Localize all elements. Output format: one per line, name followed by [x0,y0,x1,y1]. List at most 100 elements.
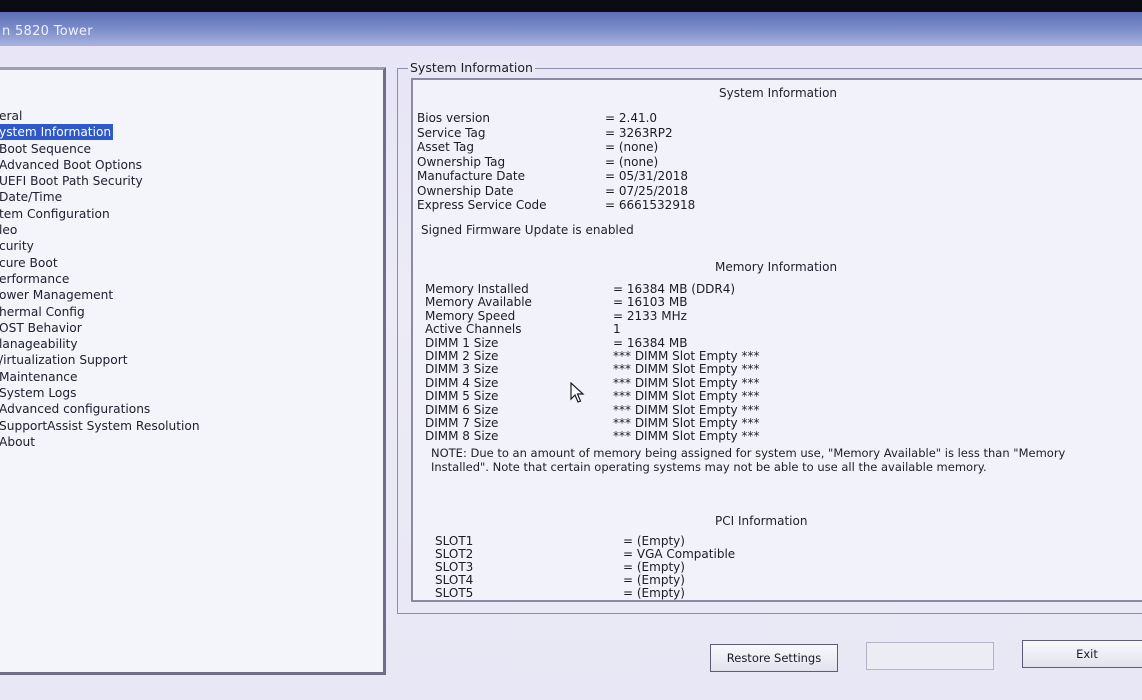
memory-info-value: = 2133 MHz [613,308,687,323]
nav-item[interactable]: ystem Information [0,124,202,141]
nav-item[interactable]: System Logs [0,385,202,401]
pci-info-key: SLOT2 [435,547,474,561]
nav-item-label: Advanced Boot Options [0,157,143,172]
pci-info-value: = (Empty) [623,586,685,600]
nav-item[interactable]: Date/Time [0,189,202,205]
memory-info-row: DIMM 6 Size *** DIMM Slot Empty *** [425,403,1025,417]
pci-info-row: SLOT2 = VGA Compatible [435,547,1035,561]
pci-info-key: SLOT4 [435,573,474,587]
info-panel[interactable]: System Information Bios version = 2.41.0 S… [411,78,1142,602]
nav-item[interactable]: eral [0,108,202,124]
nav-item-label: eral [0,109,23,123]
system-info-key: Asset Tag [417,140,474,154]
pci-info-value: = (Empty) [623,573,685,587]
nav-item[interactable]: lanageability [0,336,202,352]
pci-info-value: = VGA Compatible [623,547,736,561]
exit-button[interactable]: Exit [1022,640,1142,668]
memory-info-value: *** DIMM Slot Empty *** [613,416,760,430]
system-info-value: = (none) [605,140,659,154]
nav-item[interactable]: Maintenance [0,369,202,385]
nav-item-label: System Logs [0,386,77,401]
system-info-row: Ownership Date = 07/25/2018 [417,184,1017,198]
memory-info-row: Memory Installed = 16384 MB (DDR4) [425,282,1025,296]
system-info-key: Ownership Tag [417,154,506,169]
memory-info-row: DIMM 4 Size *** DIMM Slot Empty *** [425,376,1025,390]
pci-info-title: PCI Information [715,514,808,528]
memory-info-key: DIMM 1 Size [425,335,499,350]
system-info-row: Asset Tag = (none) [417,140,1017,154]
nav-item[interactable]: SupportAssist System Resolution [0,418,202,434]
nav-item[interactable]: erformance [0,271,202,287]
memory-info-value: 1 [613,322,621,337]
system-info-row: Manufacture Date = 05/31/2018 [417,169,1017,183]
nav-item[interactable]: ower Management [0,287,202,303]
system-info-value: = 3263RP2 [605,125,673,140]
memory-info-value: = 16103 MB [613,295,688,310]
pci-info-key: SLOT1 [435,534,474,548]
memory-info-key: DIMM 8 Size [425,429,499,444]
memory-info-key: DIMM 5 Size [425,389,499,404]
pci-info-value: = (Empty) [623,534,685,548]
nav-item-label: /irtualization Support [0,353,128,368]
nav-item-label: Boot Sequence [0,141,92,156]
memory-info-key: Memory Speed [425,308,516,323]
memory-info-row: DIMM 2 Size *** DIMM Slot Empty *** [425,349,1025,363]
nav-item[interactable]: tem Configuration [0,206,202,222]
arrow-pointer-icon [570,382,585,403]
nav-item[interactable]: Boot Sequence [0,141,202,157]
system-info-value: = (none) [605,154,659,169]
system-info-row: Bios version = 2.41.0 [417,111,1017,125]
apply-button[interactable] [866,642,994,670]
nav-item-label: hermal Config [0,304,85,319]
nav-item-label: ower Management [0,288,114,303]
nav-item[interactable]: hermal Config [0,304,202,320]
nav-item-label: cure Boot [0,255,58,270]
nav-item-label: erformance [0,271,70,286]
nav-item[interactable]: Advanced Boot Options [0,157,202,173]
memory-info-row: DIMM 5 Size *** DIMM Slot Empty *** [425,389,1025,403]
nav-item[interactable]: curity [0,238,202,254]
nav-item[interactable]: leo [0,222,202,238]
nav-item-label: Maintenance [0,369,78,384]
memory-info-value: *** DIMM Slot Empty *** [613,362,760,377]
firmware-status: Signed Firmware Update is enabled [421,223,634,237]
memory-info-value: = 16384 MB [613,335,688,350]
nav-item[interactable]: /irtualization Support [0,352,202,368]
memory-info-row: DIMM 1 Size = 16384 MB [425,336,1025,350]
nav-item-label: SupportAssist System Resolution [0,418,200,433]
nav-item-label: lanageability [0,337,78,352]
nav-item-label: OST Behavior [0,320,82,335]
nav-item-label: Date/Time [0,190,63,205]
nav-item[interactable]: About [0,434,202,450]
memory-info-row: Active Channels 1 [425,322,1025,336]
nav-item[interactable]: cure Boot [0,255,202,271]
nav-item-label: About [0,434,36,449]
system-info-key: Service Tag [417,125,486,140]
pci-info-row: SLOT1 = (Empty) [435,534,1035,548]
system-info-value: = 6661532918 [605,198,696,212]
nav-item[interactable]: Advanced configurations [0,401,202,417]
memory-info-key: DIMM 7 Size [425,416,499,430]
nav-item[interactable]: OST Behavior [0,320,202,336]
memory-info-key: DIMM 2 Size [425,349,499,363]
system-info-key: Express Service Code [417,198,547,212]
system-info-row: Express Service Code = 6661532918 [417,198,1017,212]
memory-info-key: Active Channels [425,322,522,337]
nav-item-label: UEFI Boot Path Security [0,174,143,189]
memory-info-value: *** DIMM Slot Empty *** [613,429,760,444]
system-info-key: Manufacture Date [417,169,525,183]
nav-item-label: leo [0,223,18,238]
pci-info-key: SLOT5 [435,586,474,600]
memory-info-key: Memory Available [425,295,532,310]
system-info-value: = 2.41.0 [605,111,658,125]
nav-item-label: Advanced configurations [0,402,151,417]
memory-info-key: DIMM 6 Size [425,402,499,417]
nav-item[interactable]: UEFI Boot Path Security [0,173,202,189]
restore-settings-button[interactable]: Restore Settings [710,644,838,672]
memory-info-row: DIMM 8 Size *** DIMM Slot Empty *** [425,429,1025,443]
system-info-value: = 07/25/2018 [605,183,689,198]
system-info-row: Ownership Tag = (none) [417,155,1017,169]
bios-screen: n 5820 Tower eral ystem Information Boot S… [0,12,1142,700]
memory-info-key: DIMM 4 Size [425,375,499,390]
system-info-key: Bios version [417,111,490,125]
